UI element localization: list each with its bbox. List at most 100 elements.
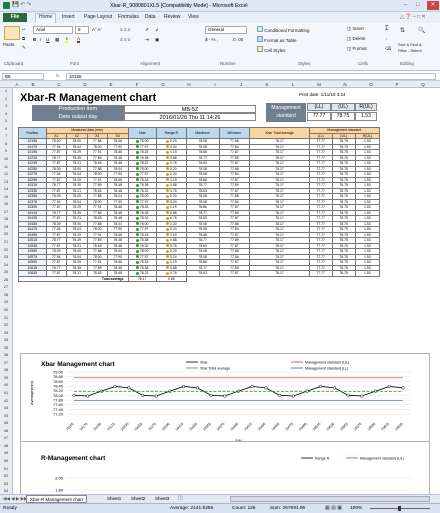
format-as-table-button[interactable]: Format as Table: [257, 36, 296, 43]
row-header[interactable]: 35: [0, 346, 12, 350]
sheet-nav-icons[interactable]: ◀◀ ◀ ▶ ▶▶: [3, 496, 28, 502]
lcl-value[interactable]: 77.77: [307, 112, 331, 121]
row-header[interactable]: 22: [0, 248, 12, 252]
row-header[interactable]: 7: [0, 134, 12, 138]
wrap-text-icon[interactable]: ↲: [155, 27, 159, 33]
row-header[interactable]: 14: [0, 187, 12, 191]
row-header[interactable]: 1: [0, 89, 12, 93]
sheet-tab-2[interactable]: Sheet2: [128, 495, 148, 503]
row-header[interactable]: 8: [0, 142, 12, 146]
row-header[interactable]: 10: [0, 157, 12, 161]
data-table[interactable]: Position Measured data (mm) Xbar Range R…: [18, 127, 381, 282]
name-box[interactable]: B8: [2, 73, 44, 80]
currency-icon[interactable]: $ - % ,: [205, 37, 218, 42]
sheet-area[interactable]: Xbar-R Management chart Print date: 1/11…: [14, 89, 440, 494]
font-name-select[interactable]: Arial: [33, 26, 73, 34]
row-header[interactable]: 9: [0, 149, 12, 153]
row-header[interactable]: 19: [0, 225, 12, 229]
row-header[interactable]: 52: [0, 474, 12, 478]
zoom-level[interactable]: 100%: [350, 506, 362, 511]
formula-input[interactable]: 10155: [66, 73, 436, 80]
row-header[interactable]: 51: [0, 467, 12, 471]
row-header[interactable]: 37: [0, 361, 12, 365]
row-header[interactable]: 11: [0, 165, 12, 169]
row-header[interactable]: 36: [0, 353, 12, 357]
row-header[interactable]: 30: [0, 308, 12, 312]
row-header[interactable]: 53: [0, 482, 12, 486]
clear-icon[interactable]: ⌫: [385, 46, 391, 52]
italic-button[interactable]: I: [40, 37, 41, 42]
row-header[interactable]: 41: [0, 391, 12, 395]
font-color-icon[interactable]: A: [77, 36, 81, 43]
find-select-icon[interactable]: 🔍: [418, 27, 425, 34]
row-header[interactable]: 27: [0, 285, 12, 289]
sort-filter-icon[interactable]: ⇅: [400, 27, 405, 34]
row-header[interactable]: 49: [0, 451, 12, 455]
help-icon[interactable]: △ ❓ – □ ✕: [400, 14, 426, 20]
minimize-icon[interactable]: –: [404, 2, 407, 8]
sheet-tab-xbar[interactable]: Xbar-R Management chart: [26, 495, 88, 503]
align-top-icon[interactable]: ≡ ≡ ≡: [120, 27, 130, 32]
row-header[interactable]: 54: [0, 489, 12, 493]
column-header[interactable]: B: [20, 82, 46, 87]
column-header[interactable]: L: [280, 82, 306, 87]
fill-icon[interactable]: ↓: [385, 36, 387, 41]
conditional-formatting-button[interactable]: Conditional Formatting: [257, 26, 310, 33]
row-header[interactable]: 39: [0, 376, 12, 380]
row-header[interactable]: 15: [0, 195, 12, 199]
row-header[interactable]: 5: [0, 119, 12, 123]
underline-button[interactable]: U: [46, 37, 49, 42]
horizontal-scrollbar[interactable]: [230, 496, 430, 502]
row-header[interactable]: 4: [0, 112, 12, 116]
borders-icon[interactable]: ▦: [55, 37, 59, 43]
column-header[interactable]: D: [72, 82, 98, 87]
row-header[interactable]: 17: [0, 210, 12, 214]
r-chart[interactable]: R-Management chart 2.00 1.80 Range R Managem…: [20, 441, 430, 494]
row-header[interactable]: 25: [0, 270, 12, 274]
maximize-icon[interactable]: □: [416, 2, 419, 8]
column-header[interactable]: H: [176, 82, 202, 87]
column-header[interactable]: J: [228, 82, 254, 87]
column-header[interactable]: K: [254, 82, 280, 87]
tab-data[interactable]: Data: [145, 14, 156, 20]
rul-value[interactable]: 1.53: [355, 112, 377, 121]
row-header[interactable]: 46: [0, 429, 12, 433]
column-header[interactable]: E: [98, 82, 124, 87]
grow-font-icon[interactable]: Aˆ Aˇ: [92, 27, 102, 32]
view-mode-icons[interactable]: ▦ ▤ ▣: [325, 505, 342, 511]
orientation-icon[interactable]: ⇗: [145, 27, 149, 33]
row-header[interactable]: 50: [0, 459, 12, 463]
column-header[interactable]: I: [202, 82, 228, 87]
tab-view[interactable]: View: [188, 14, 199, 20]
row-header[interactable]: 47: [0, 436, 12, 440]
row-header[interactable]: 2: [0, 97, 12, 101]
copy-icon[interactable]: ⧉: [22, 36, 25, 41]
row-header[interactable]: 13: [0, 180, 12, 184]
new-sheet-icon[interactable]: ◫: [178, 495, 183, 501]
row-header[interactable]: 24: [0, 263, 12, 267]
row-header[interactable]: 16: [0, 202, 12, 206]
column-header[interactable]: Q: [410, 82, 436, 87]
cell-styles-button[interactable]: Cell Styles: [257, 46, 286, 53]
indent-icon[interactable]: ⇥: [145, 37, 149, 43]
row-header[interactable]: 26: [0, 278, 12, 282]
sheet-tab-3[interactable]: Sheet3: [152, 495, 172, 503]
filter-select-label[interactable]: Filter - Select: [398, 48, 422, 53]
merge-center-icon[interactable]: ▣: [155, 37, 159, 43]
row-header[interactable]: 3: [0, 104, 12, 108]
delete-cells-button[interactable]: ◫ Delete: [347, 36, 366, 42]
autosum-icon[interactable]: Σ: [385, 26, 389, 32]
row-header[interactable]: 40: [0, 383, 12, 387]
tab-review[interactable]: Review: [164, 14, 180, 20]
row-header[interactable]: 38: [0, 368, 12, 372]
paste-label[interactable]: Paste: [3, 42, 15, 47]
row-header[interactable]: 18: [0, 217, 12, 221]
format-painter-icon[interactable]: ✎: [22, 45, 26, 51]
excel-icon[interactable]: [3, 2, 10, 9]
tab-insert[interactable]: Insert: [62, 14, 75, 20]
fx-icon[interactable]: fx: [56, 73, 60, 78]
zoom-slider-thumb[interactable]: [398, 506, 401, 511]
total-range[interactable]: 0.65: [155, 275, 187, 282]
sheet-tab-1[interactable]: Sheet1: [104, 495, 124, 503]
row-header[interactable]: 23: [0, 255, 12, 259]
